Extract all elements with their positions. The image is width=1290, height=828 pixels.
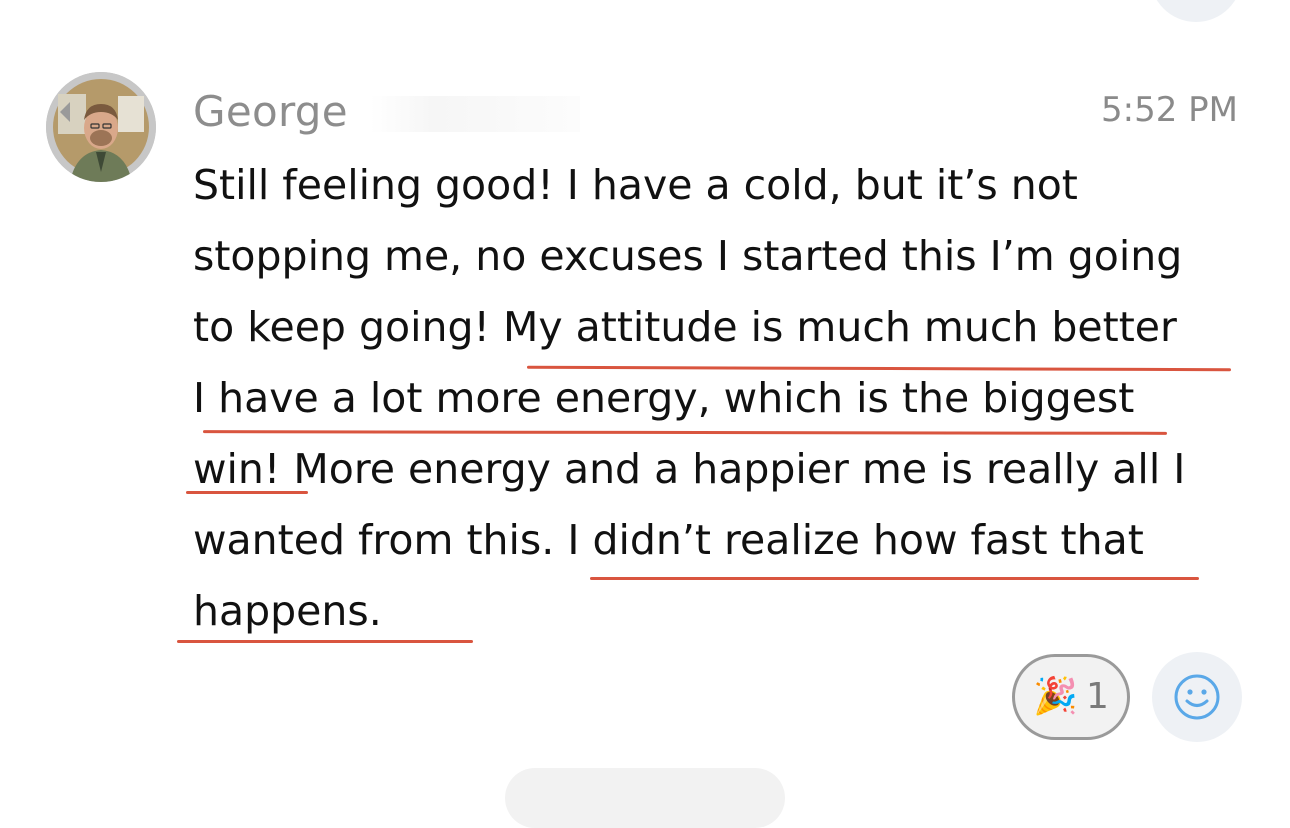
reaction-count: 1 bbox=[1085, 676, 1109, 717]
sender-name[interactable]: George bbox=[193, 84, 348, 140]
message-body: Still feeling good! I have a cold, but i… bbox=[193, 150, 1185, 647]
reaction-chip-party[interactable]: 🎉 1 bbox=[1012, 654, 1130, 740]
message-line: to keep going! My attitude is much much … bbox=[193, 303, 1177, 351]
avatar-photo-icon bbox=[46, 72, 156, 182]
message-line: I have a lot more energy, which is the b… bbox=[193, 374, 1135, 422]
add-reaction-button-previous[interactable] bbox=[1150, 0, 1242, 22]
annotation-underline bbox=[177, 640, 473, 643]
message-line: Still feeling good! I have a cold, but i… bbox=[193, 161, 1078, 209]
message-timestamp: 5:52 PM bbox=[1101, 90, 1238, 130]
annotation-underline bbox=[590, 577, 1199, 580]
message-line: win! More energy and a happier me is rea… bbox=[193, 445, 1186, 493]
next-element-edge bbox=[505, 768, 785, 828]
message-line: wanted from this. I didn’t realize how f… bbox=[193, 516, 1144, 564]
annotation-underline bbox=[186, 491, 308, 494]
party-popper-icon: 🎉 bbox=[1033, 676, 1078, 717]
message-line: happens. bbox=[193, 587, 382, 635]
message-line: stopping me, no excuses I started this I… bbox=[193, 232, 1183, 280]
smiley-face-icon bbox=[1174, 674, 1220, 720]
avatar[interactable] bbox=[46, 72, 156, 182]
add-reaction-button[interactable] bbox=[1152, 652, 1242, 742]
redacted-surname bbox=[370, 96, 580, 132]
